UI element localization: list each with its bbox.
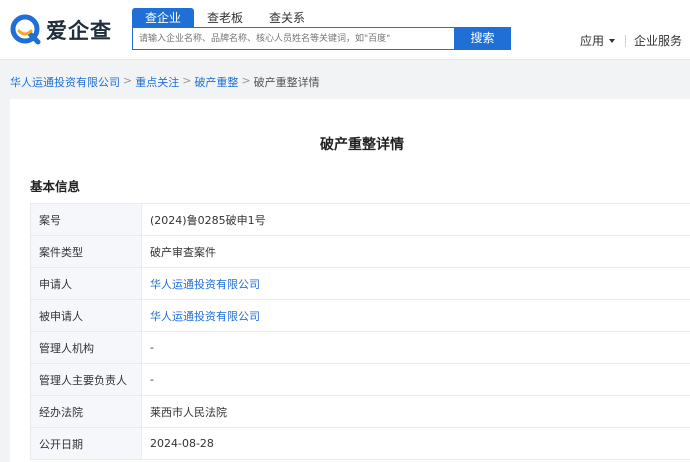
app-menu[interactable]: 应用 — [580, 32, 616, 49]
row-label: 申请人 — [30, 267, 142, 300]
applicant-link[interactable]: 华人运通投资有限公司 — [150, 278, 260, 291]
detail-panel: 破产重整详情 基本信息 案号 (2024)鲁0285破申1号 案件类型 破产审查… — [10, 99, 690, 462]
row-value-cell: 华人运通投资有限公司 — [141, 299, 690, 332]
tab-relation[interactable]: 查关系 — [256, 8, 318, 28]
logo-q-icon — [10, 14, 42, 46]
tab-boss[interactable]: 查老板 — [194, 8, 256, 28]
brand-name: 爱企查 — [46, 19, 112, 43]
row-value: 莱西市人民法院 — [141, 395, 690, 428]
row-label: 被申请人 — [30, 299, 142, 332]
breadcrumb-focus[interactable]: 重点关注 — [135, 74, 179, 90]
breadcrumb-separator: > — [123, 74, 133, 87]
tab-company[interactable]: 查企业 — [132, 8, 194, 28]
row-value-cell: 华人运通投资有限公司 — [141, 267, 690, 300]
top-nav: 应用 企业服务 — [580, 32, 682, 49]
app-menu-label: 应用 — [580, 34, 605, 48]
top-header: 爱企查 查企业 查老板 查关系 搜索 应用 企业服务 — [0, 0, 690, 60]
table-row: 管理人机构 - — [30, 331, 690, 364]
caret-down-icon — [609, 38, 616, 43]
table-row: 申请人 华人运通投资有限公司 — [30, 267, 690, 300]
nav-divider — [625, 34, 627, 47]
row-label: 管理人机构 — [30, 331, 142, 364]
breadcrumb: 华人运通投资有限公司 > 重点关注 > 破产重整 > 破产重整详情 — [10, 74, 320, 90]
page-title: 破产重整详情 — [320, 137, 404, 153]
table-row: 案号 (2024)鲁0285破申1号 — [30, 203, 690, 236]
breadcrumb-current: 破产重整详情 — [253, 76, 320, 89]
search-tabs: 查企业 查老板 查关系 — [132, 8, 318, 28]
row-value: 2024-08-28 — [141, 427, 690, 460]
table-row: 管理人主要负责人 - — [30, 363, 690, 396]
section-title: 基本信息 — [30, 179, 81, 194]
row-label: 公开日期 — [30, 427, 142, 460]
row-label: 经办法院 — [30, 395, 142, 428]
breadcrumb-company[interactable]: 华人运通投资有限公司 — [10, 74, 120, 90]
row-value: - — [141, 331, 690, 364]
table-row: 经办法院 莱西市人民法院 — [30, 395, 690, 428]
brand-logo[interactable]: 爱企查 — [10, 12, 112, 48]
basic-info-table: 案号 (2024)鲁0285破申1号 案件类型 破产审查案件 申请人 华人运通投… — [30, 203, 690, 460]
enterprise-service-link[interactable]: 企业服务 — [634, 32, 682, 49]
respondent-link[interactable]: 华人运通投资有限公司 — [150, 310, 260, 323]
search-bar: 搜索 — [132, 27, 511, 50]
breadcrumb-separator: > — [241, 74, 251, 87]
row-label: 案号 — [30, 203, 142, 236]
search-input[interactable] — [132, 27, 454, 50]
breadcrumb-separator: > — [182, 74, 192, 87]
table-row: 被申请人 华人运通投资有限公司 — [30, 299, 690, 332]
row-value: (2024)鲁0285破申1号 — [141, 203, 690, 236]
table-row: 公开日期 2024-08-28 — [30, 427, 690, 460]
search-button[interactable]: 搜索 — [454, 27, 511, 50]
row-label: 管理人主要负责人 — [30, 363, 142, 396]
row-label: 案件类型 — [30, 235, 142, 268]
table-row: 案件类型 破产审查案件 — [30, 235, 690, 268]
row-value: 破产审查案件 — [141, 235, 690, 268]
row-value: - — [141, 363, 690, 396]
breadcrumb-bankruptcy[interactable]: 破产重整 — [194, 74, 238, 90]
